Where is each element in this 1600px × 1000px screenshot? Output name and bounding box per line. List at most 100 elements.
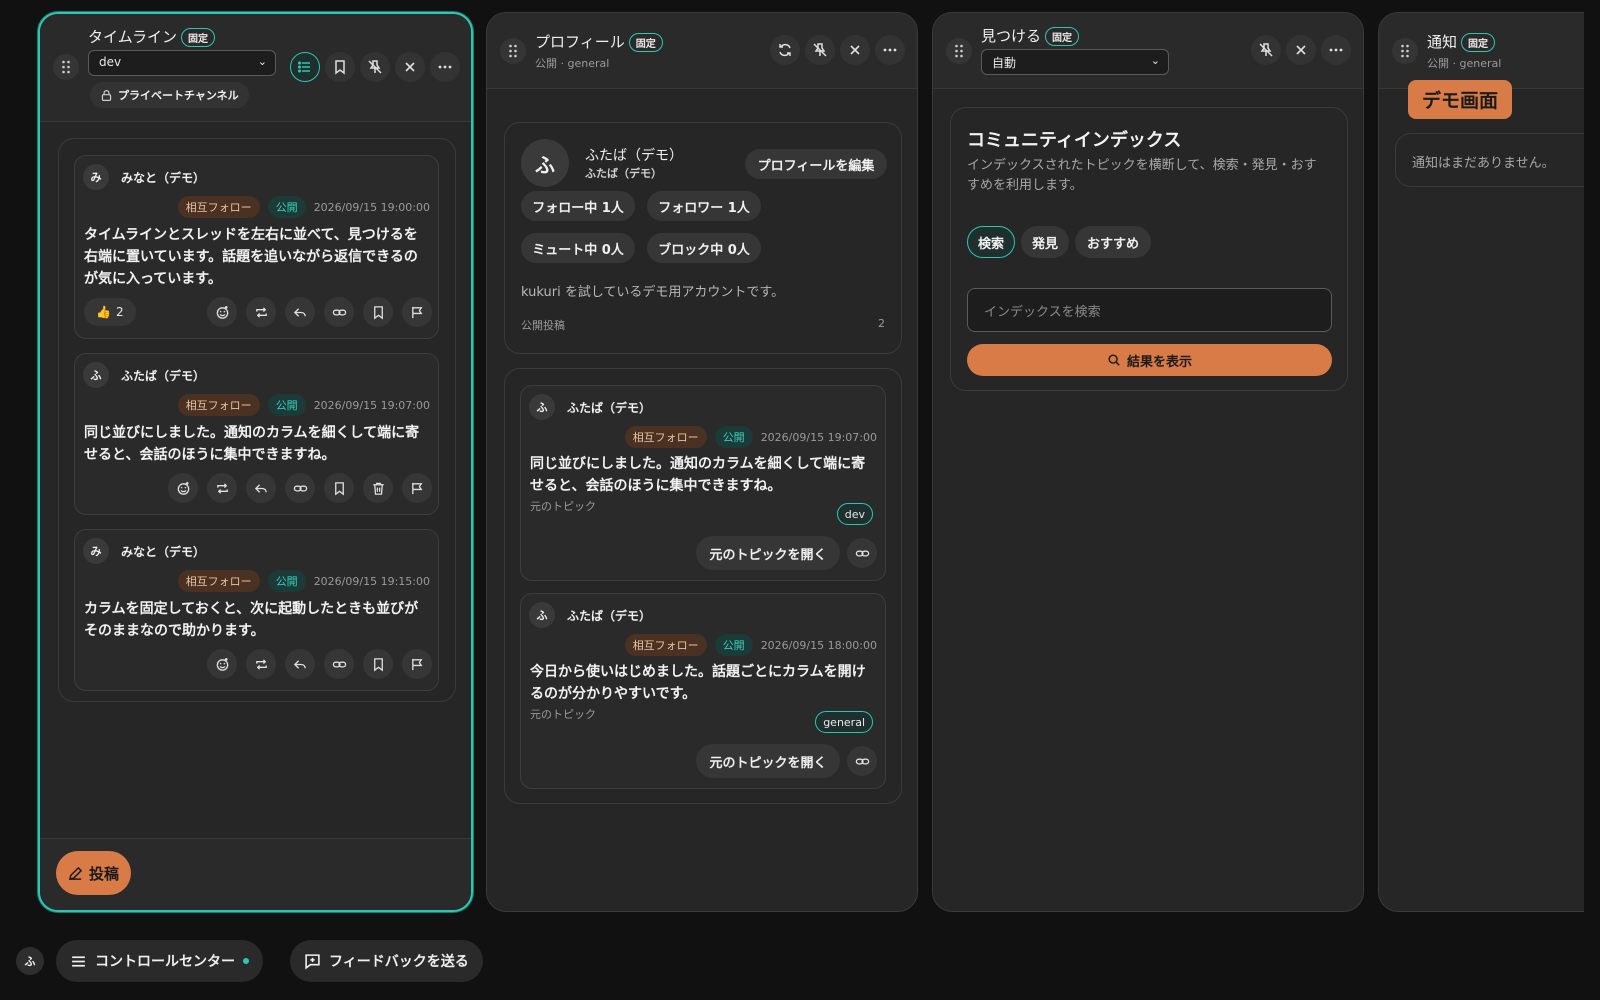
show-results-label: 結果を表示 [1126,354,1192,370]
edit-profile-button[interactable]: プロフィールを編集 [745,149,887,179]
reply-button[interactable] [285,649,315,679]
followers-count[interactable]: フォロワー 1人 [647,191,761,221]
copy-link-button[interactable] [324,649,354,679]
repost-button[interactable] [246,649,276,679]
timeline-post[interactable]: ふ ふたば（デモ） 相互フォロー 公開 2026/09/15 19:07:00 … [74,353,439,515]
copy-link-button[interactable] [285,473,315,503]
avatar[interactable]: ふ [529,394,555,420]
discover-title-row: 見つける 固定 [981,25,1080,46]
bookmark-post-button[interactable] [363,297,393,327]
open-topic-button[interactable]: 元のトピックを開く [696,744,840,778]
drag-handle-icon[interactable] [1392,38,1418,64]
unpin-button[interactable] [1251,35,1281,65]
unpin-button[interactable] [360,52,390,82]
user-avatar-button[interactable]: ふ [16,947,44,975]
repost-button[interactable] [246,297,276,327]
repost-button[interactable] [207,473,237,503]
profile-post[interactable]: ふ ふたば（デモ） 相互フォロー 公開 2026/09/15 19:07:00 … [520,385,886,581]
show-results-button[interactable]: 結果を表示 [967,344,1332,376]
more-button[interactable] [875,35,905,65]
muted-count[interactable]: ミュート中 0人 [521,233,635,263]
origin-topic-label: 元のトピック [530,708,596,721]
avatar[interactable]: ふ [529,602,555,628]
drag-handle-icon[interactable] [500,38,526,64]
private-channel-chip[interactable]: プライベートチャンネル [90,82,249,108]
copy-link-button[interactable] [847,538,877,568]
drag-handle-icon[interactable] [946,38,972,64]
avatar[interactable]: ふ [83,362,109,388]
topic-tag[interactable]: general [815,711,873,733]
send-feedback-button[interactable]: フィードバックを送る [290,940,483,982]
post-meta: 相互フォロー 公開 2026/09/15 18:00:00 [624,634,877,656]
bookmark-post-button[interactable] [363,649,393,679]
timeline-post[interactable]: み みなと（デモ） 相互フォロー 公開 2026/09/15 19:15:00 … [74,529,439,691]
discover-mode-select[interactable]: 自動 ⌄ [981,49,1169,75]
profile-posts: ふ ふたば（デモ） 相互フォロー 公開 2026/09/15 19:07:00 … [504,368,902,804]
post-timestamp: 2026/09/15 18:00:00 [760,638,877,652]
profile-card: ふ ふたば（デモ） ふたば（デモ） プロフィールを編集 フォロー中 1人 フォロ… [504,122,902,354]
post-author[interactable]: みなと（デモ） [121,543,205,560]
link-icon [293,485,307,491]
add-reaction-button[interactable] [168,473,198,503]
tab-discover[interactable]: 発見 [1021,226,1069,258]
index-search-input[interactable]: インデックスを検索 [967,288,1332,332]
report-button[interactable] [402,297,432,327]
reply-button[interactable] [246,473,276,503]
list-icon [297,61,310,73]
profile-header: プロフィール 固定 公開 · general [487,13,917,89]
report-button[interactable] [402,473,432,503]
add-reaction-button[interactable] [207,649,237,679]
delete-button[interactable] [363,473,393,503]
post-body: 同じ並びにしました。通知のカラムを細くして端に寄せると、会話のほうに集中できます… [530,456,866,494]
close-button[interactable] [840,35,870,65]
community-index-card: コミュニティインデックス インデックスされたトピックを横断して、検索・発見・おす… [950,107,1348,391]
visibility-tag: 公開 [714,634,753,656]
copy-link-button[interactable] [324,297,354,327]
avatar[interactable]: み [83,538,109,564]
following-count[interactable]: フォロー中 1人 [521,191,635,221]
more-button[interactable] [430,52,460,82]
post-author[interactable]: ふたば（デモ） [567,399,651,416]
blocked-count[interactable]: ブロック中 0人 [647,233,761,263]
bookmark-button[interactable] [325,52,355,82]
unpin-button[interactable] [805,35,835,65]
avatar[interactable]: み [83,164,109,190]
tab-recommended[interactable]: おすすめ [1075,226,1151,258]
profile-post[interactable]: ふ ふたば（デモ） 相互フォロー 公開 2026/09/15 18:00:00 … [520,593,886,789]
post-author[interactable]: ふたば（デモ） [121,367,205,384]
topic-tag[interactable]: dev [836,503,873,525]
close-button[interactable] [395,52,425,82]
channel-select[interactable]: dev ⌄ [88,50,276,76]
reply-button[interactable] [285,297,315,327]
bookmark-icon [373,657,383,671]
tab-search[interactable]: 検索 [967,226,1015,258]
post-author[interactable]: ふたば（デモ） [567,607,651,624]
timeline-post[interactable]: み みなと（デモ） 相互フォロー 公開 2026/09/15 19:00:00 … [74,155,439,339]
control-center-button[interactable]: コントロールセンター [56,940,263,982]
add-reaction-button[interactable] [207,297,237,327]
open-topic-button[interactable]: 元のトピックを開く [696,536,840,570]
status-dot-icon [243,958,249,964]
pin-off-icon [813,43,827,57]
timeline-title-row: タイムライン 固定 [88,26,215,47]
discover-column: 見つける 固定 自動 ⌄ コミュニティインデックス インデックスされたトピックを横… [932,12,1364,912]
refresh-button[interactable] [770,35,800,65]
close-button[interactable] [1286,35,1316,65]
reaction-thumbs-up[interactable]: 👍 2 [84,298,136,326]
post-meta: 相互フォロー 公開 2026/09/15 19:15:00 [177,570,430,592]
copy-link-button[interactable] [847,746,877,776]
mutual-follow-tag: 相互フォロー [177,394,260,416]
post-author[interactable]: みなと（デモ） [121,169,205,186]
profile-avatar[interactable]: ふ [521,139,569,187]
reply-icon [293,307,306,317]
more-icon [883,48,897,52]
compose-button[interactable]: 投稿 [56,851,132,895]
control-center-label: コントロールセンター [95,954,235,970]
report-button[interactable] [402,649,432,679]
thumbs-up-icon: 👍 [96,305,111,319]
drag-handle-icon[interactable] [53,54,79,80]
list-view-button[interactable] [290,52,320,82]
more-button[interactable] [1321,35,1351,65]
discover-mode-value: 自動 [992,56,1017,70]
bookmark-post-button[interactable] [324,473,354,503]
